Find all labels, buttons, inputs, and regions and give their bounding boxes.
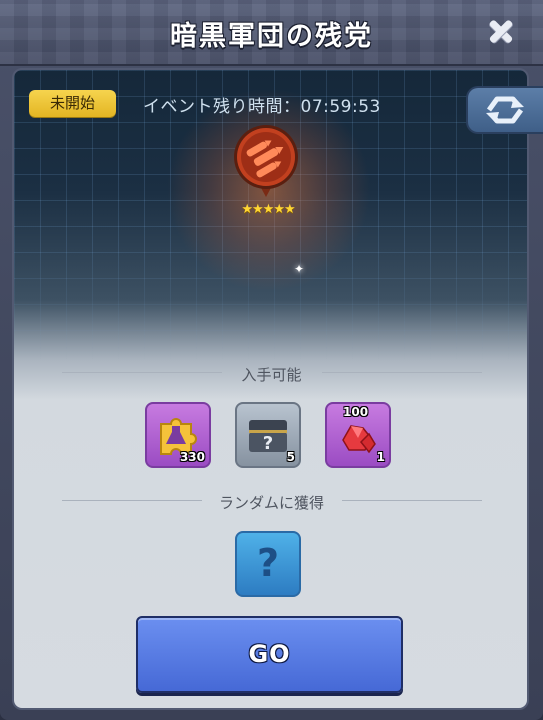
random-reward[interactable]: ? — [235, 531, 301, 597]
go-button[interactable]: GO — [136, 616, 403, 693]
rocket-squad-icon — [231, 124, 301, 200]
refresh-button[interactable] — [466, 86, 543, 134]
dialog-title: 暗黒軍団の残党 — [170, 21, 373, 52]
close-icon[interactable] — [484, 14, 518, 48]
svg-text:?: ? — [263, 433, 273, 454]
go-button-label: GO — [248, 640, 291, 668]
obtainable-label: 入手可能 — [241, 366, 302, 384]
random-label: ランダムに獲得 — [218, 494, 324, 512]
reward-puzzle-flask[interactable]: 330 — [145, 402, 211, 468]
dialog-frame: 暗黒軍団の残党 未開始 イベント残り時間：07:59:53 ★★★★★ ✦ 入手… — [0, 0, 543, 720]
question-icon: ? — [256, 541, 280, 585]
reward-count: 5 — [286, 450, 295, 464]
dialog-header: 暗黒軍団の残党 — [0, 0, 543, 66]
sparkle-icon: ✦ — [294, 262, 305, 276]
reward-top-count: 100 — [343, 405, 369, 419]
star-rating: ★★★★★ — [241, 202, 295, 217]
reward-count: 330 — [179, 450, 205, 464]
event-timer: イベント残り時間：07:59:53 — [143, 97, 381, 117]
reward-ruby-crystal[interactable]: 100 1 — [325, 402, 391, 468]
reward-count: 1 — [376, 450, 385, 464]
status-badge: 未開始 — [29, 90, 116, 117]
reward-mystery-chest[interactable]: ? 5 — [235, 402, 301, 468]
refresh-icon — [486, 96, 524, 124]
